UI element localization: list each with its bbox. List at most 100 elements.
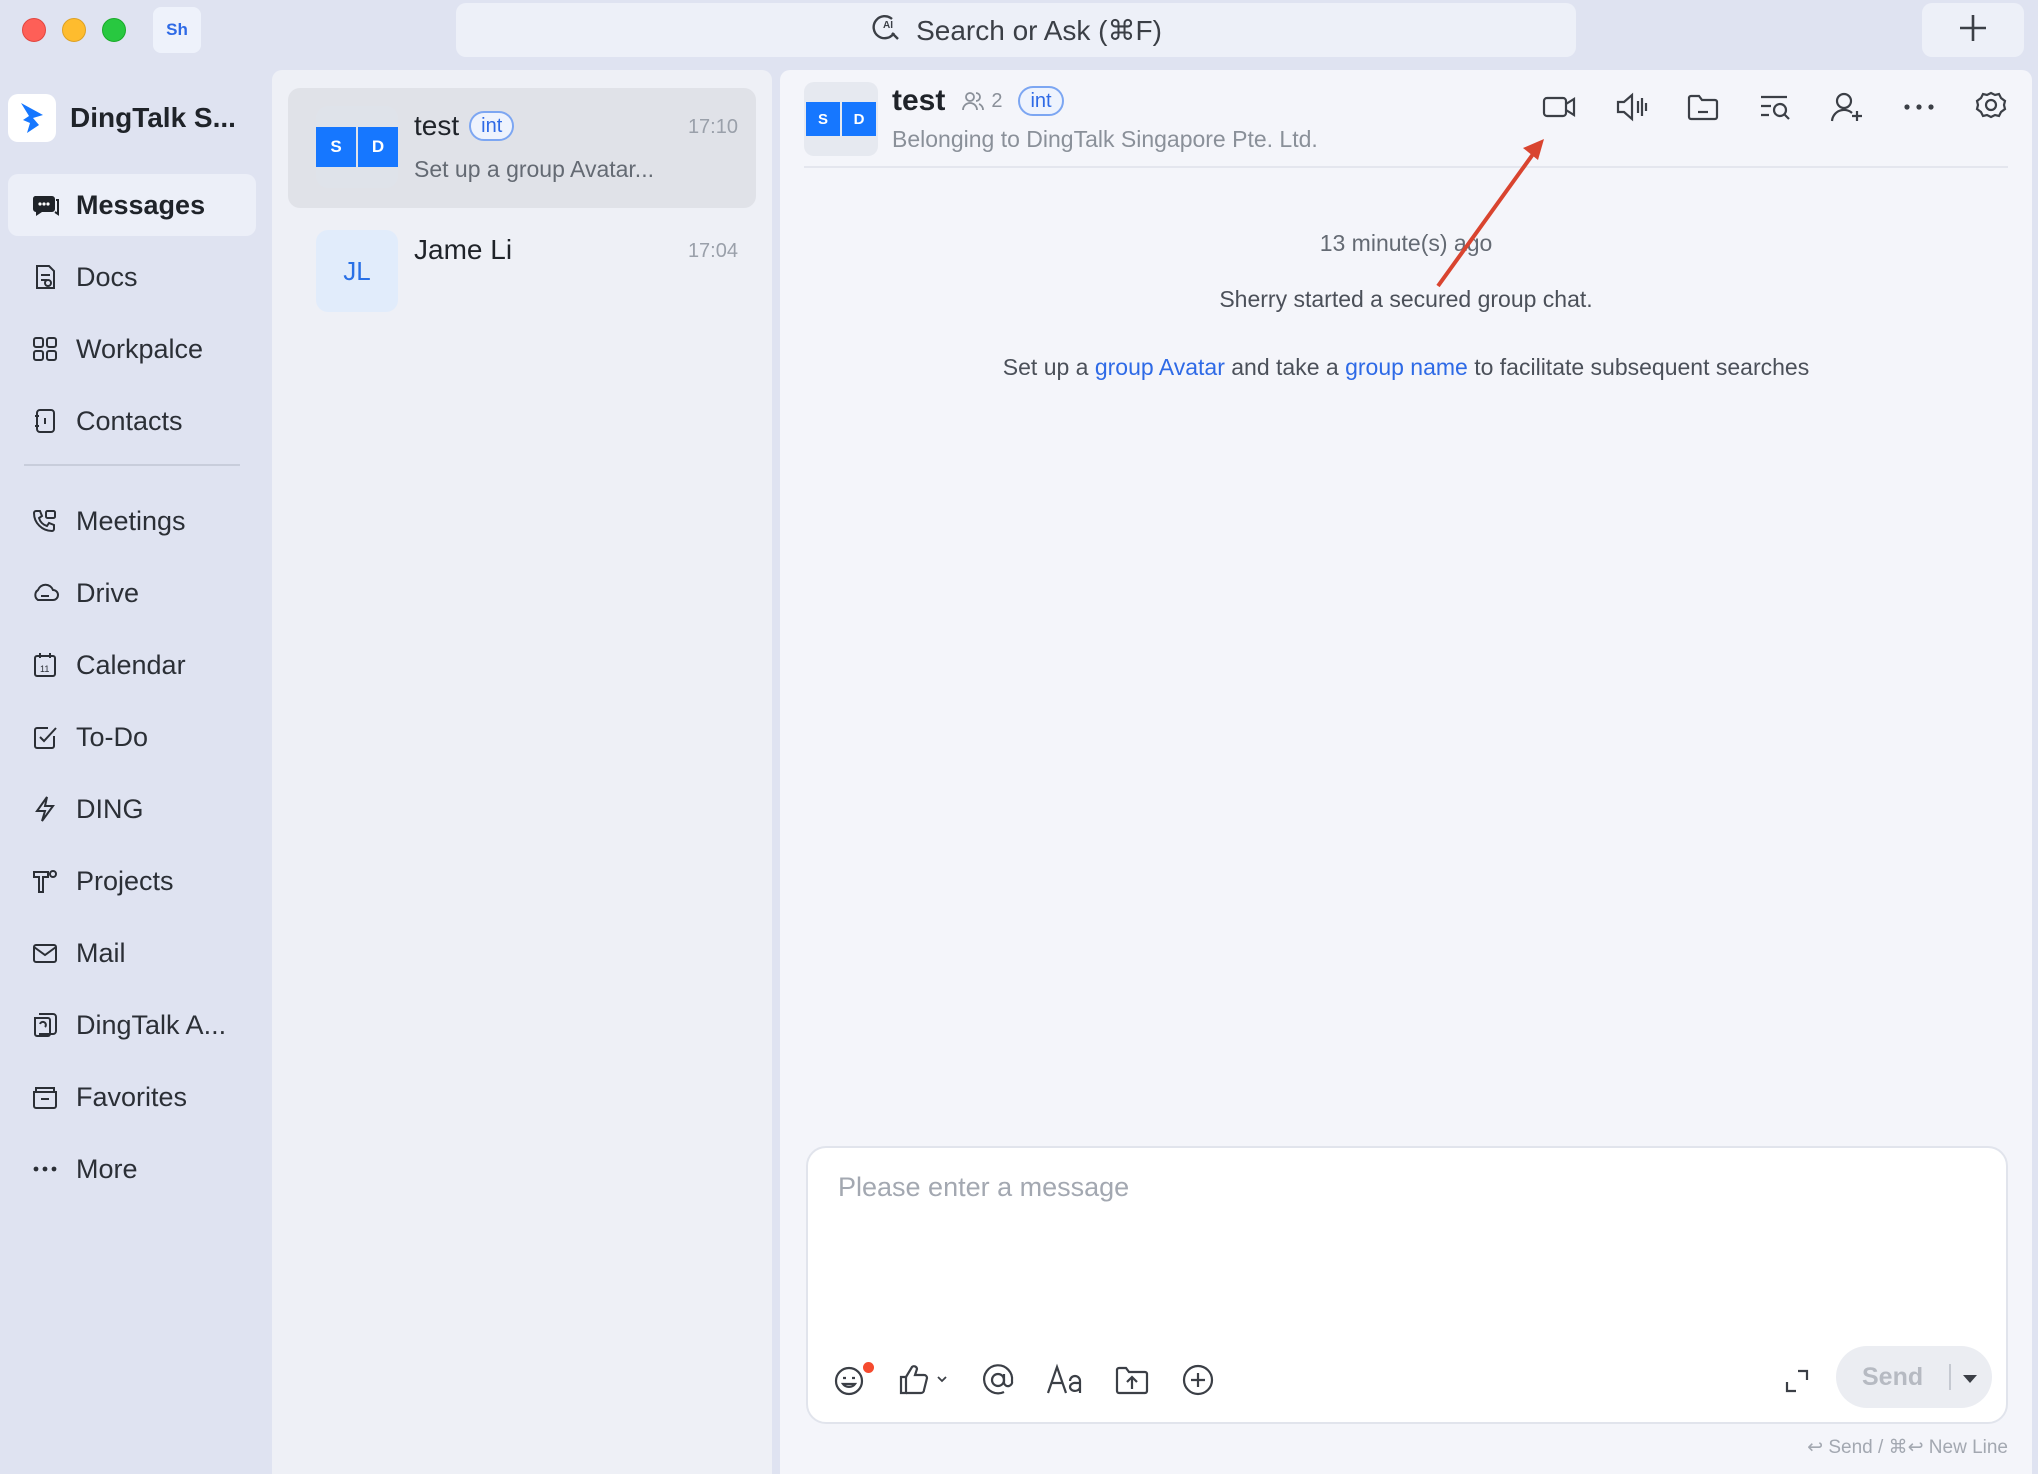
members-icon bbox=[962, 92, 985, 111]
avatar-letter: S bbox=[316, 127, 356, 167]
conversation-item[interactable]: JL Jame Li 17:04 bbox=[288, 212, 756, 332]
svg-text:AI: AI bbox=[883, 20, 893, 31]
nav-divider bbox=[24, 464, 240, 466]
send-button[interactable]: Send bbox=[1836, 1346, 1992, 1408]
sidebar-item-docs[interactable]: Docs bbox=[8, 246, 256, 308]
chat-subtitle: Belonging to DingTalk Singapore Pte. Ltd… bbox=[892, 126, 1318, 152]
sidebar-item-label: Mail bbox=[76, 937, 126, 968]
dingtalk-logo-icon bbox=[8, 94, 56, 142]
sidebar-item-more[interactable]: More bbox=[8, 1138, 256, 1200]
more-icon bbox=[33, 1166, 57, 1172]
text-format-icon[interactable] bbox=[1046, 1360, 1084, 1400]
group-avatar: S D bbox=[316, 106, 398, 188]
sidebar-item-mail[interactable]: Mail bbox=[8, 922, 256, 984]
sidebar-item-label: Meetings bbox=[76, 505, 186, 536]
mail-icon bbox=[33, 944, 57, 963]
nav-list: Messages Docs Workpalce Contacts Meeting… bbox=[8, 174, 256, 1210]
sidebar-item-label: Calendar bbox=[76, 649, 186, 680]
sidebar-item-label: Favorites bbox=[76, 1081, 188, 1112]
sidebar-item-label: More bbox=[76, 1153, 138, 1184]
group-avatar-link[interactable]: group Avatar bbox=[1095, 354, 1225, 380]
org-switcher[interactable]: DingTalk S... bbox=[8, 94, 236, 142]
sidebar-item-label: Projects bbox=[76, 865, 174, 896]
close-window-button[interactable] bbox=[22, 18, 46, 42]
zoom-window-button[interactable] bbox=[102, 18, 126, 42]
sidebar-item-drive[interactable]: Drive bbox=[8, 562, 256, 624]
docs-icon bbox=[36, 265, 55, 289]
sidebar-item-label: Workpalce bbox=[76, 333, 204, 364]
todo-icon bbox=[34, 727, 57, 749]
conversation-title: test int bbox=[414, 110, 515, 142]
user-avatar: JL bbox=[316, 230, 398, 312]
contacts-icon bbox=[35, 409, 55, 433]
member-count[interactable]: 2 bbox=[961, 90, 1002, 113]
search-history-icon[interactable] bbox=[1758, 90, 1792, 124]
system-tip: Set up a group Avatar and take a group n… bbox=[780, 354, 2032, 381]
more-options-icon[interactable] bbox=[1902, 90, 1936, 124]
notification-dot bbox=[863, 1362, 874, 1373]
member-count-value: 2 bbox=[991, 89, 1003, 112]
add-more-icon[interactable] bbox=[1180, 1360, 1216, 1400]
send-options-icon[interactable] bbox=[1961, 1363, 1979, 1392]
composer-toolbar bbox=[832, 1360, 1216, 1400]
sidebar-item-contacts[interactable]: Contacts bbox=[8, 390, 256, 452]
message-input[interactable] bbox=[838, 1172, 1938, 1292]
message-composer: Send bbox=[806, 1146, 2008, 1424]
thumbs-up-icon[interactable] bbox=[898, 1360, 950, 1400]
tip-text: Set up a bbox=[1002, 354, 1095, 380]
sidebar-item-label: DING bbox=[76, 793, 144, 824]
chat-header: S D test 2 int Belonging to DingTalk Sin… bbox=[804, 70, 2008, 168]
tip-text: to facilitate subsequent searches bbox=[1467, 354, 1810, 380]
sidebar-item-todo[interactable]: To-Do bbox=[8, 706, 256, 768]
sidebar-item-dingtalk-ai[interactable]: DingTalk A... bbox=[8, 994, 256, 1056]
dingtalk-ai-icon bbox=[34, 1013, 57, 1037]
workspace-badge[interactable]: Sh bbox=[153, 7, 201, 53]
conversation-name: Jame Li bbox=[414, 234, 513, 265]
sidebar-item-ding[interactable]: DING bbox=[8, 778, 256, 840]
avatar-letter: S bbox=[806, 102, 840, 136]
messages-icon bbox=[32, 196, 59, 216]
sidebar-item-label: Contacts bbox=[76, 405, 183, 436]
sidebar-item-calendar[interactable]: 11 Calendar bbox=[8, 634, 256, 696]
favorites-icon bbox=[33, 1087, 57, 1109]
conversation-item[interactable]: S D test int 17:10 Set up a group Avatar… bbox=[288, 88, 756, 208]
sidebar-item-meetings[interactable]: Meetings bbox=[8, 490, 256, 552]
chat-group-avatar[interactable]: S D bbox=[804, 82, 878, 156]
expand-composer-icon[interactable] bbox=[1784, 1368, 1810, 1399]
plus-icon bbox=[1958, 13, 1988, 48]
upload-file-icon[interactable] bbox=[1114, 1360, 1150, 1400]
chat-header-toolbar bbox=[1542, 90, 2008, 124]
sidebar-item-label: To-Do bbox=[76, 721, 149, 752]
add-member-icon[interactable] bbox=[1830, 90, 1864, 124]
minimize-window-button[interactable] bbox=[62, 18, 86, 42]
create-new-button[interactable] bbox=[1922, 3, 2024, 57]
chat-title-row: test 2 int bbox=[892, 84, 1064, 118]
ai-search-icon: AI bbox=[870, 11, 902, 50]
emoji-icon[interactable] bbox=[832, 1360, 874, 1400]
internal-tag: int bbox=[1018, 86, 1064, 116]
sidebar-item-projects[interactable]: Projects bbox=[8, 850, 256, 912]
settings-icon[interactable] bbox=[1974, 90, 2008, 124]
sidebar-item-favorites[interactable]: Favorites bbox=[8, 1066, 256, 1128]
sidebar-item-label: Drive bbox=[76, 577, 140, 608]
video-call-icon[interactable] bbox=[1542, 90, 1576, 124]
sidebar-item-workplace[interactable]: Workpalce bbox=[8, 318, 256, 380]
org-name: DingTalk S... bbox=[70, 102, 236, 133]
sidebar-item-messages[interactable]: Messages bbox=[8, 174, 256, 236]
avatar-letter: D bbox=[358, 127, 398, 167]
drive-icon bbox=[34, 583, 59, 601]
sidebar-item-label: DingTalk A... bbox=[76, 1009, 227, 1040]
voice-call-icon[interactable] bbox=[1614, 90, 1648, 124]
folder-icon[interactable] bbox=[1686, 90, 1720, 124]
title-bar: Sh AI Search or Ask (⌘F) bbox=[0, 0, 2038, 64]
tip-text: and take a bbox=[1224, 354, 1346, 380]
conversation-title: Jame Li bbox=[414, 234, 512, 266]
chat-panel: S D test 2 int Belonging to DingTalk Sin… bbox=[780, 70, 2032, 1474]
calendar-icon: 11 bbox=[34, 653, 56, 677]
conversation-name: test bbox=[414, 110, 460, 141]
global-search-bar[interactable]: AI Search or Ask (⌘F) bbox=[456, 3, 1576, 57]
group-name-link[interactable]: group name bbox=[1345, 354, 1468, 380]
mention-icon[interactable] bbox=[980, 1360, 1016, 1400]
chat-title[interactable]: test bbox=[892, 84, 945, 118]
conversation-time: 17:10 bbox=[687, 116, 738, 138]
